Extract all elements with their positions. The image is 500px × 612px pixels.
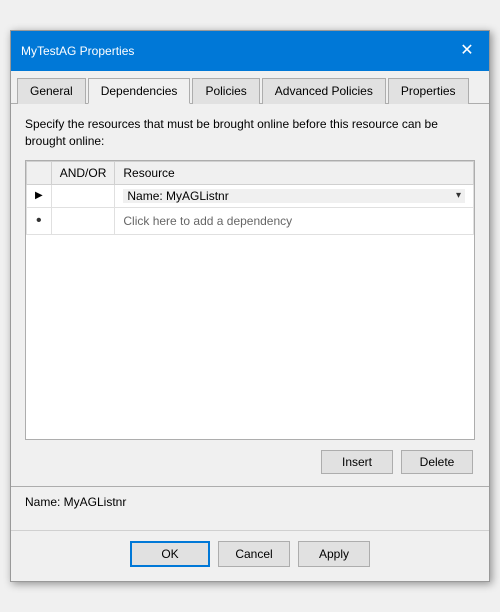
- tab-content: Specify the resources that must be broug…: [11, 104, 489, 486]
- info-text: Name: MyAGListnr: [25, 495, 126, 509]
- dependencies-table-container: AND/OR Resource ▶ Name: MyAGListnr ▾: [25, 160, 475, 440]
- ok-button[interactable]: OK: [130, 541, 210, 567]
- insert-button[interactable]: Insert: [321, 450, 393, 474]
- resource-value: Name: MyAGListnr: [127, 189, 228, 203]
- row-andor: [51, 184, 115, 207]
- add-dependency-label[interactable]: Click here to add a dependency: [115, 207, 474, 234]
- col-indicator: [27, 161, 52, 184]
- dependencies-table: AND/OR Resource ▶ Name: MyAGListnr ▾: [26, 161, 474, 235]
- tab-properties[interactable]: Properties: [388, 78, 469, 104]
- add-bullet: •: [27, 207, 52, 234]
- description-text: Specify the resources that must be broug…: [25, 116, 475, 150]
- add-dependency-row[interactable]: • Click here to add a dependency: [27, 207, 474, 234]
- footer-buttons: OK Cancel Apply: [11, 530, 489, 581]
- tab-general[interactable]: General: [17, 78, 86, 104]
- tab-advanced-policies[interactable]: Advanced Policies: [262, 78, 386, 104]
- dropdown-arrow-icon: ▾: [456, 190, 461, 201]
- info-area: Name: MyAGListnr: [11, 486, 489, 530]
- resource-dropdown[interactable]: Name: MyAGListnr ▾: [123, 189, 465, 203]
- col-andor-header: AND/OR: [51, 161, 115, 184]
- table-row[interactable]: ▶ Name: MyAGListnr ▾: [27, 184, 474, 207]
- tab-bar: General Dependencies Policies Advanced P…: [11, 71, 489, 104]
- table-button-row: Insert Delete: [25, 450, 475, 474]
- dialog-title: MyTestAG Properties: [21, 44, 134, 58]
- col-resource-header: Resource: [115, 161, 474, 184]
- close-button[interactable]: ✕: [455, 39, 479, 63]
- cancel-button[interactable]: Cancel: [218, 541, 290, 567]
- row-indicator: ▶: [27, 184, 52, 207]
- row-resource[interactable]: Name: MyAGListnr ▾: [115, 184, 474, 207]
- title-bar: MyTestAG Properties ✕: [11, 31, 489, 71]
- add-andor: [51, 207, 115, 234]
- dialog-window: MyTestAG Properties ✕ General Dependenci…: [10, 30, 490, 582]
- tab-policies[interactable]: Policies: [192, 78, 259, 104]
- tab-dependencies[interactable]: Dependencies: [88, 78, 191, 104]
- apply-button[interactable]: Apply: [298, 541, 370, 567]
- delete-button[interactable]: Delete: [401, 450, 473, 474]
